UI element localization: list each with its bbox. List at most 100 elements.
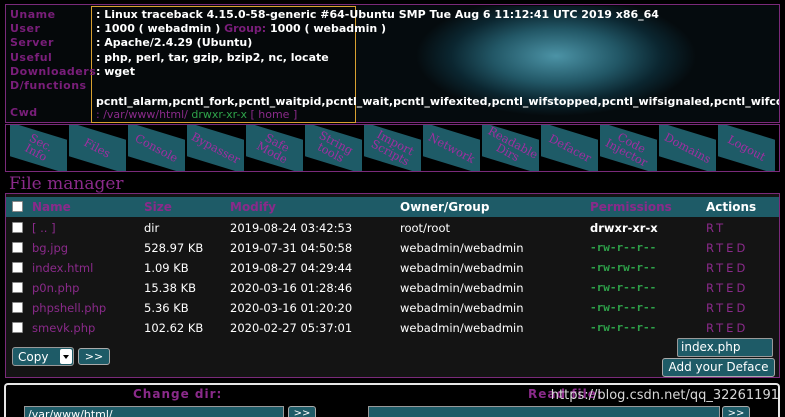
file-permissions[interactable]: drwxr-xr-x [590,221,658,235]
file-manager-title: File manager [9,174,124,194]
label-disabled-functions: D/functions [10,78,87,92]
tab-logout[interactable]: Logout [718,125,775,171]
tab-string-tools[interactable]: String tools [305,125,362,171]
file-owner: root/root [400,221,450,235]
label-user: User [10,22,41,36]
file-actions[interactable]: RT [706,221,726,235]
label-cwd: Cwd [10,106,38,119]
add-deface-button[interactable]: Add your Deface [662,358,775,377]
change-dir-input[interactable]: /var/www/html/ [24,406,284,417]
column-permissions[interactable]: Permissions [590,200,672,214]
file-modified: 2020-02-27 05:37:01 [230,321,353,335]
change-dir-go-button[interactable]: >> [288,406,316,417]
bulk-action-select[interactable]: Copy [12,347,74,366]
cwd-permissions: drwxr-xr-x [191,108,247,121]
column-size[interactable]: Size [144,200,172,214]
file-name-link[interactable]: bg.jpg [32,241,68,255]
user-value: : 1000 ( webadmin ) Group: 1000 ( webadm… [96,22,659,36]
file-name-link[interactable]: p0n.php [32,281,79,295]
file-permissions[interactable]: -rw-rw-r-- [590,261,656,274]
tab-domains[interactable]: Domains [659,125,716,171]
system-info-panel: Uname User Server Useful Downloaders D/f… [5,4,780,123]
file-owner: webadmin/webadmin [400,281,524,295]
file-name-link[interactable]: [ .. ] [32,221,56,235]
deface-filename-input[interactable]: index.php [677,338,773,357]
info-labels: Uname User Server Useful Downloaders D/f… [10,8,97,93]
column-modify[interactable]: Modify [230,200,276,214]
tab-sec-info[interactable]: Sec. Info [10,125,67,171]
bulk-action-go-button[interactable]: >> [78,348,110,365]
file-modified: 2019-08-27 04:29:44 [230,261,353,275]
tool-nav: Sec. Info Files Console Bypasser Safe Mo… [5,124,780,172]
row-checkbox[interactable] [12,222,23,233]
bulk-action-value: Copy [18,350,49,364]
file-size: 5.36 KB [144,301,189,315]
column-owner-group: Owner/Group [400,200,490,214]
row-checkbox[interactable] [12,282,23,293]
table-row: bg.jpg 528.97 KB 2019-07-31 04:50:58 web… [6,238,779,258]
file-actions[interactable]: RTED [706,281,748,295]
table-row: [ .. ] dir 2019-08-24 03:42:53 root/root… [6,218,779,238]
file-owner: webadmin/webadmin [400,301,524,315]
watermark-text: https://blog.csdn.net/qq_32261191 [550,388,779,403]
cwd-path-link[interactable]: : /var/www/html/ [96,108,188,121]
label-server: Server [10,36,54,50]
useful-value: : php, perl, tar, gzip, bzip2, nc, locat… [96,50,329,64]
label-useful: Useful [10,50,53,64]
file-actions[interactable]: RTED [706,321,748,335]
file-modified: 2019-07-31 04:50:58 [230,241,353,255]
file-size: 1.09 KB [144,261,189,275]
tab-defacer[interactable]: Defacer [541,125,598,171]
tab-readable-dirs[interactable]: Readable Dirs [482,125,541,171]
file-permissions[interactable]: -rw-r--r-- [590,281,656,294]
column-actions: Actions [706,200,757,214]
file-actions[interactable]: RTED [706,261,748,275]
tab-bypasser[interactable]: Bypasser [187,125,244,171]
row-checkbox[interactable] [12,322,23,333]
table-row: p0n.php 15.38 KB 2020-03-16 01:28:46 web… [6,278,779,298]
label-downloaders: Downloaders [10,64,97,78]
select-all-checkbox[interactable] [12,201,23,212]
label-uname: Uname [10,8,56,21]
file-owner: webadmin/webadmin [400,321,524,335]
tab-console[interactable]: Console [128,125,185,171]
file-name-link[interactable]: smevk.php [32,321,95,335]
file-size: 15.38 KB [144,281,197,295]
file-size: 102.62 KB [144,321,204,335]
column-name[interactable]: Name [32,200,71,214]
home-link[interactable]: [ home ] [250,108,297,121]
file-table-header: Name Size Modify Owner/Group Permissions… [6,197,779,217]
file-size: 528.97 KB [144,241,204,255]
downloaders-value: : wget [96,64,135,78]
file-permissions[interactable]: -rw-r--r-- [590,241,656,254]
tab-files[interactable]: Files [69,125,126,171]
info-values: : Linux traceback 4.15.0-58-generic #64-… [96,8,659,79]
change-dir-label: Change dir: [133,387,223,401]
cwd-value: : /var/www/html/ drwxr-xr-x [ home ] [96,108,297,121]
row-checkbox[interactable] [12,242,23,253]
file-name-link[interactable]: phpshell.php [32,301,106,315]
user-id: : 1000 ( webadmin ) [96,22,225,36]
read-file-go-button[interactable]: >> [722,406,750,417]
file-permissions[interactable]: -rw-r--r-- [590,301,656,314]
file-manager-panel: Name Size Modify Owner/Group Permissions… [5,193,780,378]
server-value: : Apache/2.4.29 (Ubuntu) [96,36,253,50]
file-owner: webadmin/webadmin [400,261,524,275]
file-name-link[interactable]: index.html [32,261,93,275]
row-checkbox[interactable] [12,302,23,313]
table-row: phpshell.php 5.36 KB 2020-03-16 01:20:20… [6,298,779,318]
row-checkbox[interactable] [12,262,23,273]
tab-safe-mode[interactable]: Safe Mode [246,125,303,171]
file-owner: webadmin/webadmin [400,241,524,255]
file-size: dir [144,221,160,235]
file-actions[interactable]: RTED [706,241,748,255]
table-row: index.html 1.09 KB 2019-08-27 04:29:44 w… [6,258,779,278]
file-actions[interactable]: RTED [706,301,748,315]
tab-code-injector[interactable]: Code Injector [600,125,657,171]
read-file-input[interactable] [368,406,720,417]
file-permissions[interactable]: -rw-r--r-- [590,321,656,334]
tab-import-scripts[interactable]: Import Scripts [364,125,421,171]
tab-network[interactable]: Network [423,125,480,171]
file-modified: 2020-03-16 01:28:46 [230,281,353,295]
table-row: smevk.php 102.62 KB 2020-02-27 05:37:01 … [6,318,779,338]
